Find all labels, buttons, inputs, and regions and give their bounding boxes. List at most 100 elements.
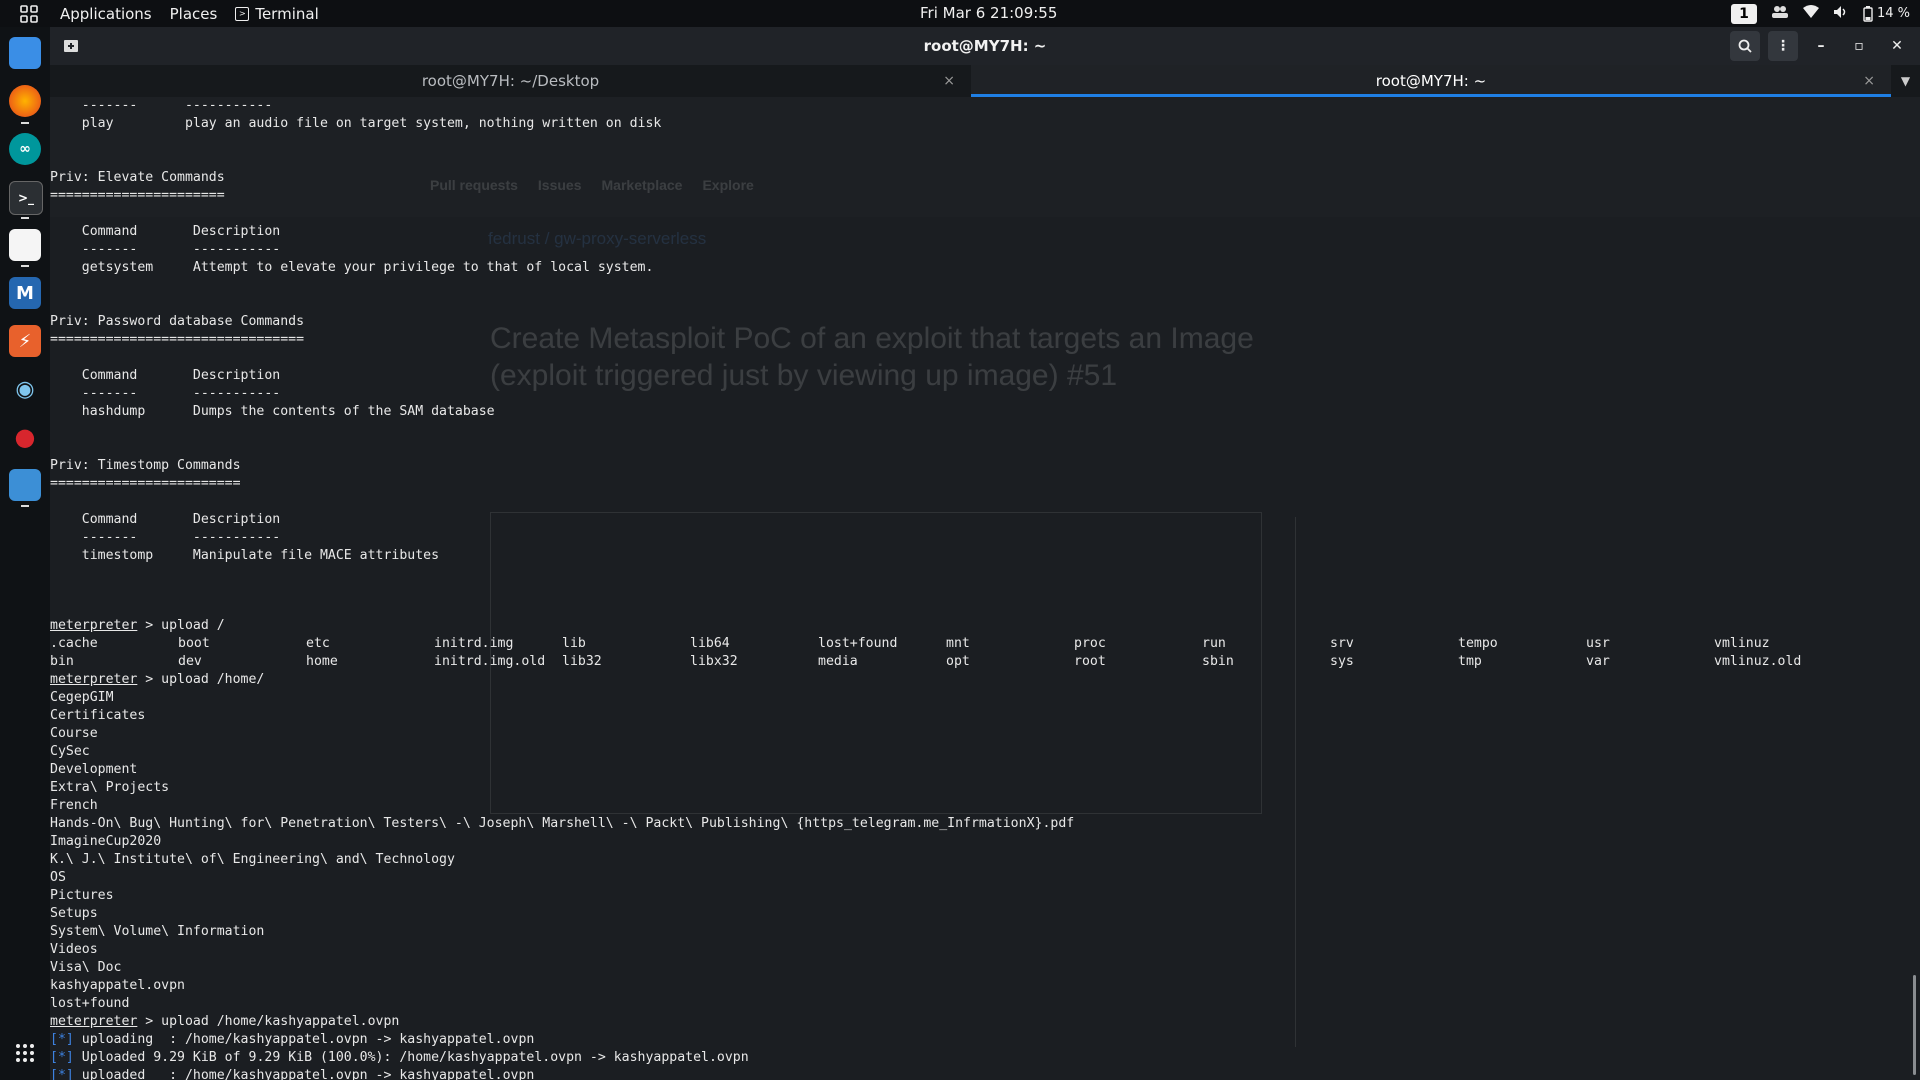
home-entry: OS [50, 870, 66, 885]
command-line: meterpreter > upload / [50, 617, 225, 635]
status-text: uploaded : /home/kashyappatel.ovpn -> ka… [73, 1068, 535, 1080]
battery-icon [1863, 5, 1873, 22]
command-line: meterpreter > upload /home/ [50, 671, 264, 689]
terminal-line: Command Description [50, 512, 281, 527]
ls-entry: opt [946, 654, 970, 669]
ls-entry: boot [178, 636, 210, 651]
terminal-line: getsystem Attempt to elevate your privil… [50, 260, 654, 275]
text-editor-icon[interactable] [9, 229, 41, 261]
home-entry: Hands-On\ Bug\ Hunting\ for\ Penetration… [50, 816, 1075, 831]
terminal-line: ------- ----------- [50, 98, 273, 113]
running-indicator [21, 217, 29, 219]
search-icon[interactable] [1730, 31, 1760, 61]
places-menu[interactable]: Places [170, 5, 236, 23]
terminal-line: Priv: Timestomp Commands [50, 458, 241, 473]
ls-entry: var [1586, 654, 1610, 669]
dock: ∞ >_ M ⚡ ◉ ● [0, 27, 51, 1080]
home-entry: kashyappatel.ovpn [50, 978, 185, 993]
tab-label: root@MY7H: ~/Desktop [421, 72, 600, 90]
ls-entry: proc [1074, 636, 1106, 651]
terminal-line: ------- ----------- [50, 530, 281, 545]
battery-percent: 14 % [1876, 6, 1910, 21]
cherrytree-icon[interactable]: ● [9, 421, 41, 453]
running-indicator [21, 505, 29, 507]
volume-icon[interactable] [1833, 5, 1849, 23]
clock[interactable]: Fri Mar 6 21:09:55 [920, 0, 1057, 27]
terminal-line: ------- ----------- [50, 242, 281, 257]
home-entry: lost+found [50, 996, 130, 1011]
home-entry: CySec [50, 744, 90, 759]
tab-bar: root@MY7H: ~/Desktop × root@MY7H: ~ × ▼ [50, 65, 1920, 97]
home-entry: CegepGIM [50, 690, 114, 705]
activities-grid-icon[interactable] [16, 4, 42, 24]
applications-menu[interactable]: Applications [60, 5, 170, 23]
tab-close-icon[interactable]: × [943, 65, 955, 97]
status-marker: [*] [50, 1050, 74, 1065]
files-icon[interactable] [9, 37, 41, 69]
tab-home[interactable]: root@MY7H: ~ × [971, 65, 1891, 97]
wifi-icon[interactable] [1802, 4, 1819, 23]
home-entry: Development [50, 762, 138, 777]
burpsuite-icon[interactable]: ⚡ [9, 325, 41, 357]
ls-entry: lib32 [562, 654, 602, 669]
terminal-dock-icon[interactable]: >_ [9, 181, 43, 215]
ls-entry: lib64 [690, 636, 730, 651]
ls-entry: vmlinuz [1714, 636, 1770, 651]
metasploit-icon[interactable]: M [9, 277, 41, 309]
tab-label: root@MY7H: ~ [1375, 72, 1487, 90]
ls-entry: sbin [1202, 654, 1234, 669]
system-tray: 1 14 % [1730, 0, 1910, 27]
terminal-output[interactable]: ------- ----------- play play an audio f… [50, 97, 1905, 1080]
firefox-icon[interactable] [9, 85, 41, 117]
status-text: Uploaded 9.29 KiB of 9.29 KiB (100.0%): … [73, 1050, 749, 1065]
new-tab-icon[interactable] [62, 37, 80, 55]
tab-close-icon[interactable]: × [1863, 65, 1875, 97]
terminal-scrollbar[interactable] [1913, 975, 1916, 1075]
workspace-indicator[interactable]: 1 [1730, 3, 1757, 24]
home-entry: Videos [50, 942, 98, 957]
home-entry: Extra\ Projects [50, 780, 170, 795]
terminal-line: ====================== [50, 188, 225, 203]
show-apps-icon[interactable] [9, 1037, 41, 1069]
status-line: [*] Uploaded 9.29 KiB of 9.29 KiB (100.0… [50, 1049, 749, 1067]
running-indicator [21, 265, 29, 267]
home-entry: K.\ J.\ Institute\ of\ Engineering\ and\… [50, 852, 455, 867]
terminal-line: Command Description [50, 224, 281, 239]
terminal-app-menu[interactable]: > Terminal [235, 5, 336, 23]
terminal-icon: > [235, 6, 250, 21]
tab-list-chevron-icon[interactable]: ▼ [1891, 65, 1920, 97]
terminal-window: root@MY7H: ~ ⋮ – ▫ ✕ root@MY7H: ~/Deskto… [50, 27, 1920, 1080]
ls-entry: sys [1330, 654, 1354, 669]
settings-icon[interactable] [9, 469, 41, 501]
minimize-icon[interactable]: – [1806, 31, 1836, 61]
maximize-icon[interactable]: ▫ [1844, 31, 1874, 61]
terminal-line: timestomp Manipulate file MACE attribute… [50, 548, 440, 563]
kebab-menu-icon[interactable]: ⋮ [1768, 31, 1798, 61]
ls-entry: initrd.img.old [434, 654, 546, 669]
close-icon[interactable]: ✕ [1882, 31, 1912, 61]
ls-entry: srv [1330, 636, 1354, 651]
tab-desktop[interactable]: root@MY7H: ~/Desktop × [50, 65, 971, 97]
people-icon[interactable] [1771, 5, 1789, 23]
status-text: uploading : /home/kashyappatel.ovpn -> k… [73, 1032, 535, 1047]
terminal-line: hashdump Dumps the contents of the SAM d… [50, 404, 495, 419]
battery-status[interactable]: 14 % [1863, 5, 1910, 22]
command-line: meterpreter > upload /home/kashyappatel.… [50, 1013, 399, 1031]
ls-entry: lib [562, 636, 586, 651]
eye-icon[interactable]: ◉ [9, 373, 41, 405]
window-titlebar[interactable]: root@MY7H: ~ ⋮ – ▫ ✕ [50, 27, 1920, 65]
home-entry: Setups [50, 906, 98, 921]
arduino-icon[interactable]: ∞ [9, 133, 41, 165]
home-entry: Certificates [50, 708, 146, 723]
command-text: > upload /home/kashyappatel.ovpn [137, 1014, 400, 1029]
ls-entry: .cache [50, 636, 98, 651]
command-text: > upload /home/ [137, 672, 265, 687]
system-top-bar: Applications Places > Terminal Fri Mar 6… [0, 0, 1920, 27]
ls-entry: tmp [1458, 654, 1482, 669]
status-marker: [*] [50, 1068, 74, 1080]
ls-entry: mnt [946, 636, 970, 651]
ls-entry: libx32 [690, 654, 738, 669]
ls-entry: dev [178, 654, 202, 669]
status-line: [*] uploading : /home/kashyappatel.ovpn … [50, 1031, 534, 1049]
prompt: meterpreter [50, 618, 138, 633]
